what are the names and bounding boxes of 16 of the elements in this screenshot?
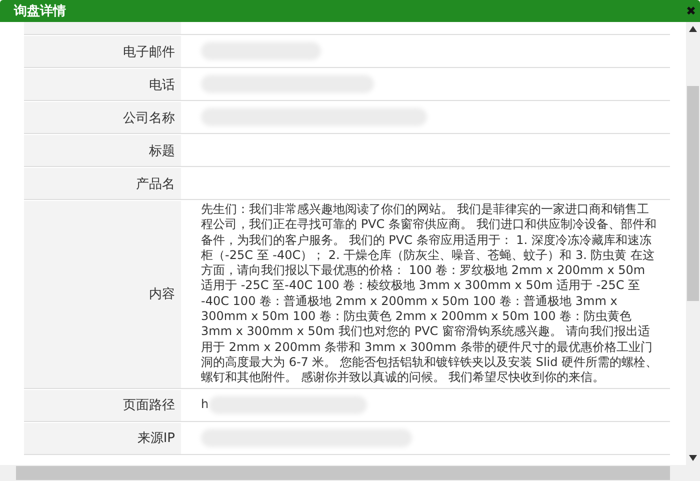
field-label: 页面路径 xyxy=(24,388,181,421)
scroll-down-icon[interactable] xyxy=(689,455,697,461)
field-value: h xyxy=(201,396,209,412)
field-value: 先生们：我们非常感兴趣地阅读了你们的网站。 我们是菲律宾的一家进口商和销售工程公司，我们正在寻找可靠的 PVC 条窗帘供应商。 我们进口和供应制冷设备、部件和备件，为我们的客户服务。 我们的 PVC 条帘应用适用于： 1. 深度冷冻冷藏库和速冻柜（-25C 至 -40C）； 2. 干燥仓库（防灰尘、噪音、苍蝇、蚊子）和 3. 防虫黄 在这方面，请向我们报以下最优惠的价格： 100 卷：罗纹极地 2mm x 200mm x 50m 适用于 -25C 至-40C 100 卷：棱纹极地 3mm x 300mm x 50m 适用于 -25C 至 -40C 100 卷：普通极地 2mm x 200mm x 50m 100 卷：普通极地 3mm x 300mm x 50m 100 卷：防虫黄色 2mm x 200mm x 50m 100 卷：防虫黄色 3mm x 300mm x 50m 我们也对您的 PVC 窗帘滑钩系统感兴趣。 请向我们报出适用于 2mm x 200mm 条带和 3mm x 300mm 条带的硬件尺寸的最优惠价格工业门洞的高度最大为 6-7 米。 您能否包括铝轨和镀锌铁夹以及安装 Slid 硬件所需的螺栓、螺钉和其他附件。 感谢你并致以真诚的问候。 我们希望尽快收到你的来信。 xyxy=(201,202,659,386)
field-label: 电子邮件 xyxy=(24,35,181,67)
vertical-scrollbar[interactable] xyxy=(686,22,700,465)
field-label: 内容 xyxy=(24,200,181,388)
horizontal-scrollbar[interactable] xyxy=(0,465,700,481)
scroll-up-icon[interactable] xyxy=(689,26,697,32)
close-button[interactable]: ✖ xyxy=(686,4,696,18)
field-label: 产品名 xyxy=(24,167,181,199)
field-label: 公司名称 xyxy=(24,101,181,133)
field-label: 电话 xyxy=(24,68,181,100)
field-label: 标题 xyxy=(24,134,181,166)
field-label: 来源IP xyxy=(24,422,181,454)
window-title: 询盘详情 xyxy=(14,2,66,20)
